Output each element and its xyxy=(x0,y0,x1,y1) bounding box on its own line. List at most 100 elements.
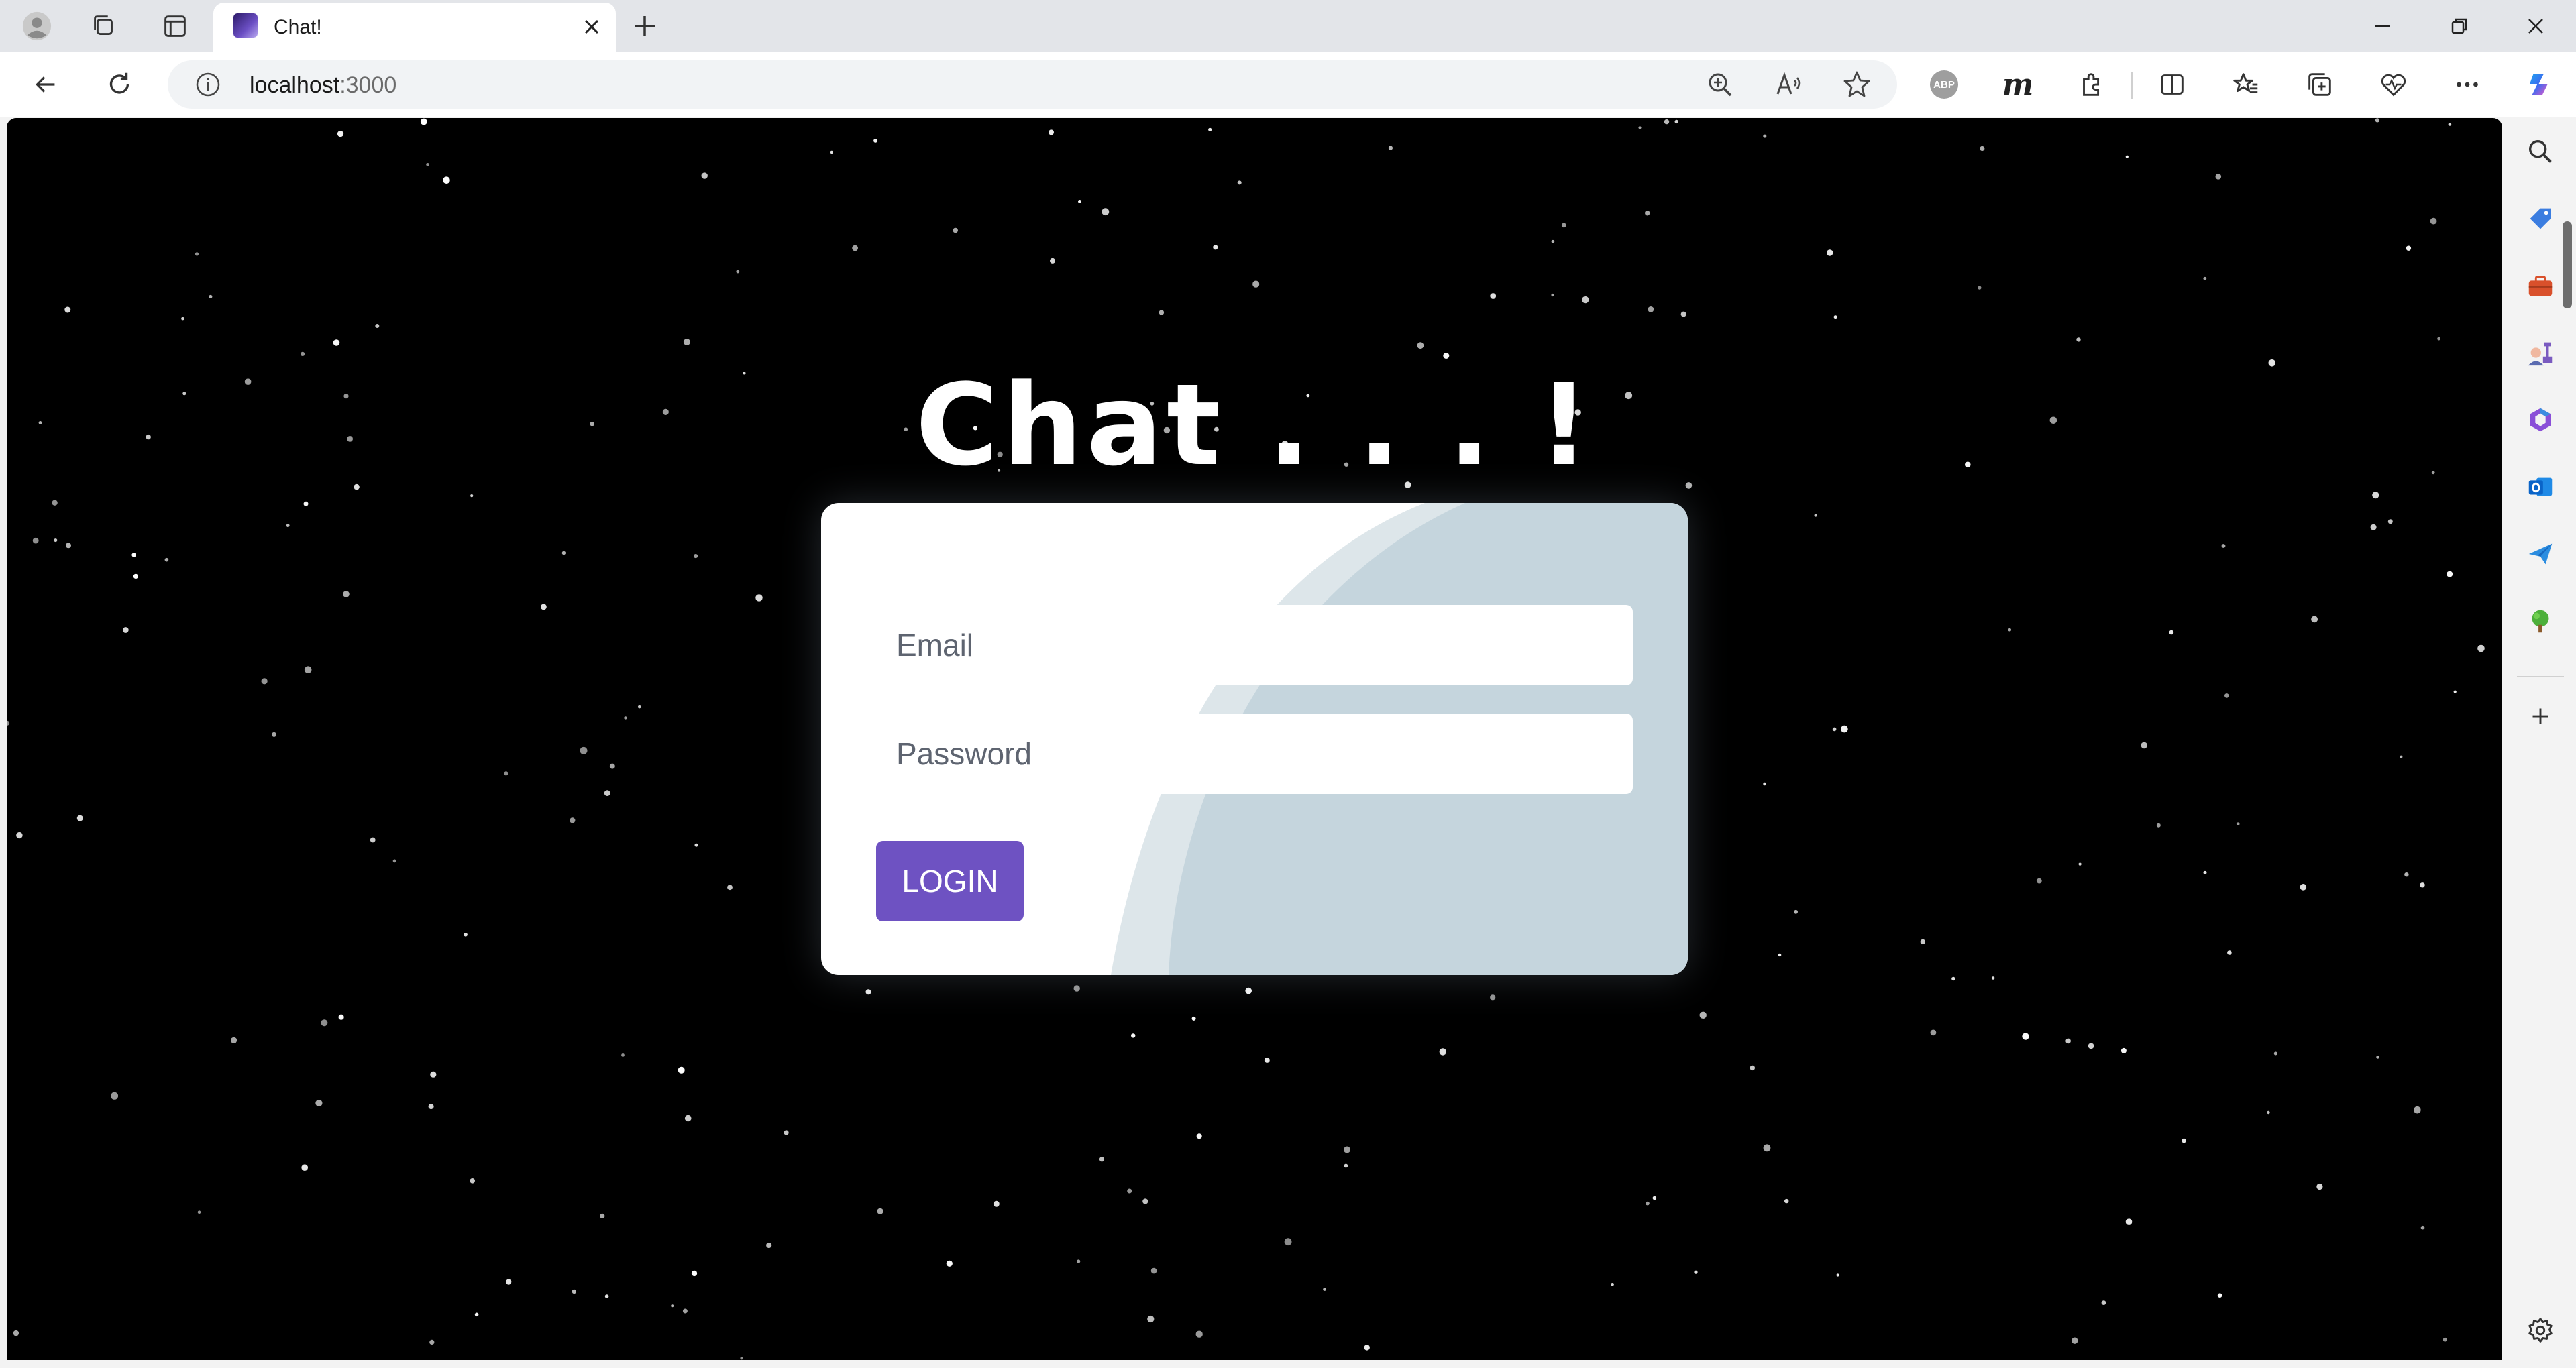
star xyxy=(830,150,834,154)
info-icon[interactable] xyxy=(195,71,221,98)
star xyxy=(464,933,468,937)
copilot-icon[interactable] xyxy=(2522,67,2557,102)
outlook-icon[interactable] xyxy=(2523,469,2558,504)
extensions-icon[interactable] xyxy=(2074,67,2109,102)
browser-toolbar: localhost:3000 ABP m xyxy=(0,52,2576,117)
star xyxy=(1131,1033,1136,1038)
email-field[interactable] xyxy=(876,605,1633,685)
star xyxy=(2448,123,2452,126)
star xyxy=(1490,293,1497,299)
address-bar[interactable]: localhost:3000 xyxy=(168,60,1897,109)
star xyxy=(286,524,290,528)
star xyxy=(1680,311,1686,317)
star xyxy=(2370,524,2377,530)
star xyxy=(470,494,474,498)
profile-icon[interactable] xyxy=(20,9,54,43)
star xyxy=(2065,1038,2071,1044)
star xyxy=(1827,249,1833,256)
star xyxy=(1920,939,1925,945)
star xyxy=(315,1099,323,1107)
new-tab-icon[interactable] xyxy=(628,9,661,43)
star xyxy=(953,227,958,233)
star xyxy=(304,666,312,673)
star xyxy=(1443,353,1450,359)
tools-icon[interactable] xyxy=(2523,268,2558,303)
favorites-icon[interactable] xyxy=(2229,67,2263,102)
zoom-icon[interactable] xyxy=(1704,68,1736,101)
sidebar-scroll-handle[interactable] xyxy=(2563,221,2572,308)
password-field[interactable] xyxy=(876,714,1633,794)
star xyxy=(2036,878,2042,884)
star xyxy=(2121,1047,2127,1053)
star xyxy=(333,339,340,346)
minimize-icon[interactable] xyxy=(2363,9,2403,43)
split-screen-icon[interactable] xyxy=(2155,67,2190,102)
star xyxy=(321,1019,328,1027)
star xyxy=(1364,1345,1370,1351)
star xyxy=(303,501,309,506)
star xyxy=(2072,1337,2078,1344)
star xyxy=(624,716,627,720)
star xyxy=(1388,146,1393,150)
workspaces-icon[interactable] xyxy=(87,9,121,43)
tree-icon[interactable] xyxy=(2523,604,2558,638)
star xyxy=(429,1339,435,1345)
star xyxy=(470,1178,475,1184)
star xyxy=(683,339,690,345)
tab-chat[interactable]: Chat! xyxy=(213,3,616,52)
star xyxy=(572,1289,576,1294)
star xyxy=(604,1294,609,1298)
more-icon[interactable] xyxy=(2450,67,2485,102)
search-icon[interactable] xyxy=(2523,134,2558,169)
tab-actions-icon[interactable] xyxy=(158,9,192,43)
read-aloud-icon[interactable] xyxy=(1772,68,1805,101)
m-extension-icon[interactable]: m xyxy=(2000,67,2035,102)
settings-icon[interactable] xyxy=(2523,1313,2558,1348)
star xyxy=(1191,1016,1196,1021)
star xyxy=(1648,306,1654,312)
browser-essentials-icon[interactable] xyxy=(2376,67,2411,102)
star xyxy=(2125,1218,2133,1225)
app-title: Chat . . . ! xyxy=(915,359,1594,491)
star xyxy=(1323,1288,1326,1291)
star xyxy=(2400,755,2403,758)
star xyxy=(682,1308,688,1314)
star xyxy=(1073,985,1080,992)
star xyxy=(430,1071,437,1078)
star xyxy=(195,252,199,256)
star xyxy=(1264,1057,1270,1063)
refresh-icon[interactable] xyxy=(101,66,138,103)
star xyxy=(1127,1188,1132,1194)
star xyxy=(301,351,305,356)
url-text[interactable]: localhost:3000 xyxy=(250,72,396,99)
star xyxy=(736,270,740,274)
star xyxy=(2078,862,2082,866)
star xyxy=(694,554,698,559)
add-icon[interactable] xyxy=(2523,699,2558,734)
login-button[interactable]: LOGIN xyxy=(876,841,1024,921)
shopping-icon[interactable] xyxy=(2523,201,2558,236)
close-tab-icon[interactable] xyxy=(580,15,604,39)
restore-icon[interactable] xyxy=(2439,9,2479,43)
chat-favicon-icon xyxy=(233,13,258,38)
office-icon[interactable] xyxy=(2523,402,2558,437)
star xyxy=(684,1115,692,1122)
collections-icon[interactable] xyxy=(2302,67,2337,102)
login-card: LOGIN xyxy=(821,503,1688,975)
close-window-icon[interactable] xyxy=(2516,9,2556,43)
star xyxy=(1142,1198,1148,1204)
star xyxy=(1699,1011,1707,1019)
back-icon[interactable] xyxy=(27,66,64,103)
star xyxy=(727,885,733,891)
star xyxy=(2236,822,2240,825)
favorite-star-icon[interactable] xyxy=(1841,68,1873,101)
games-icon[interactable] xyxy=(2523,335,2558,370)
star xyxy=(701,172,708,179)
send-icon[interactable] xyxy=(2523,536,2558,571)
star xyxy=(2217,1293,2222,1298)
page-viewport: Chat . . . ! LOGIN xyxy=(7,118,2502,1360)
star xyxy=(1664,119,1670,125)
adblock-plus-icon[interactable]: ABP xyxy=(1927,67,1962,102)
star xyxy=(66,543,71,549)
star xyxy=(2156,823,2161,828)
